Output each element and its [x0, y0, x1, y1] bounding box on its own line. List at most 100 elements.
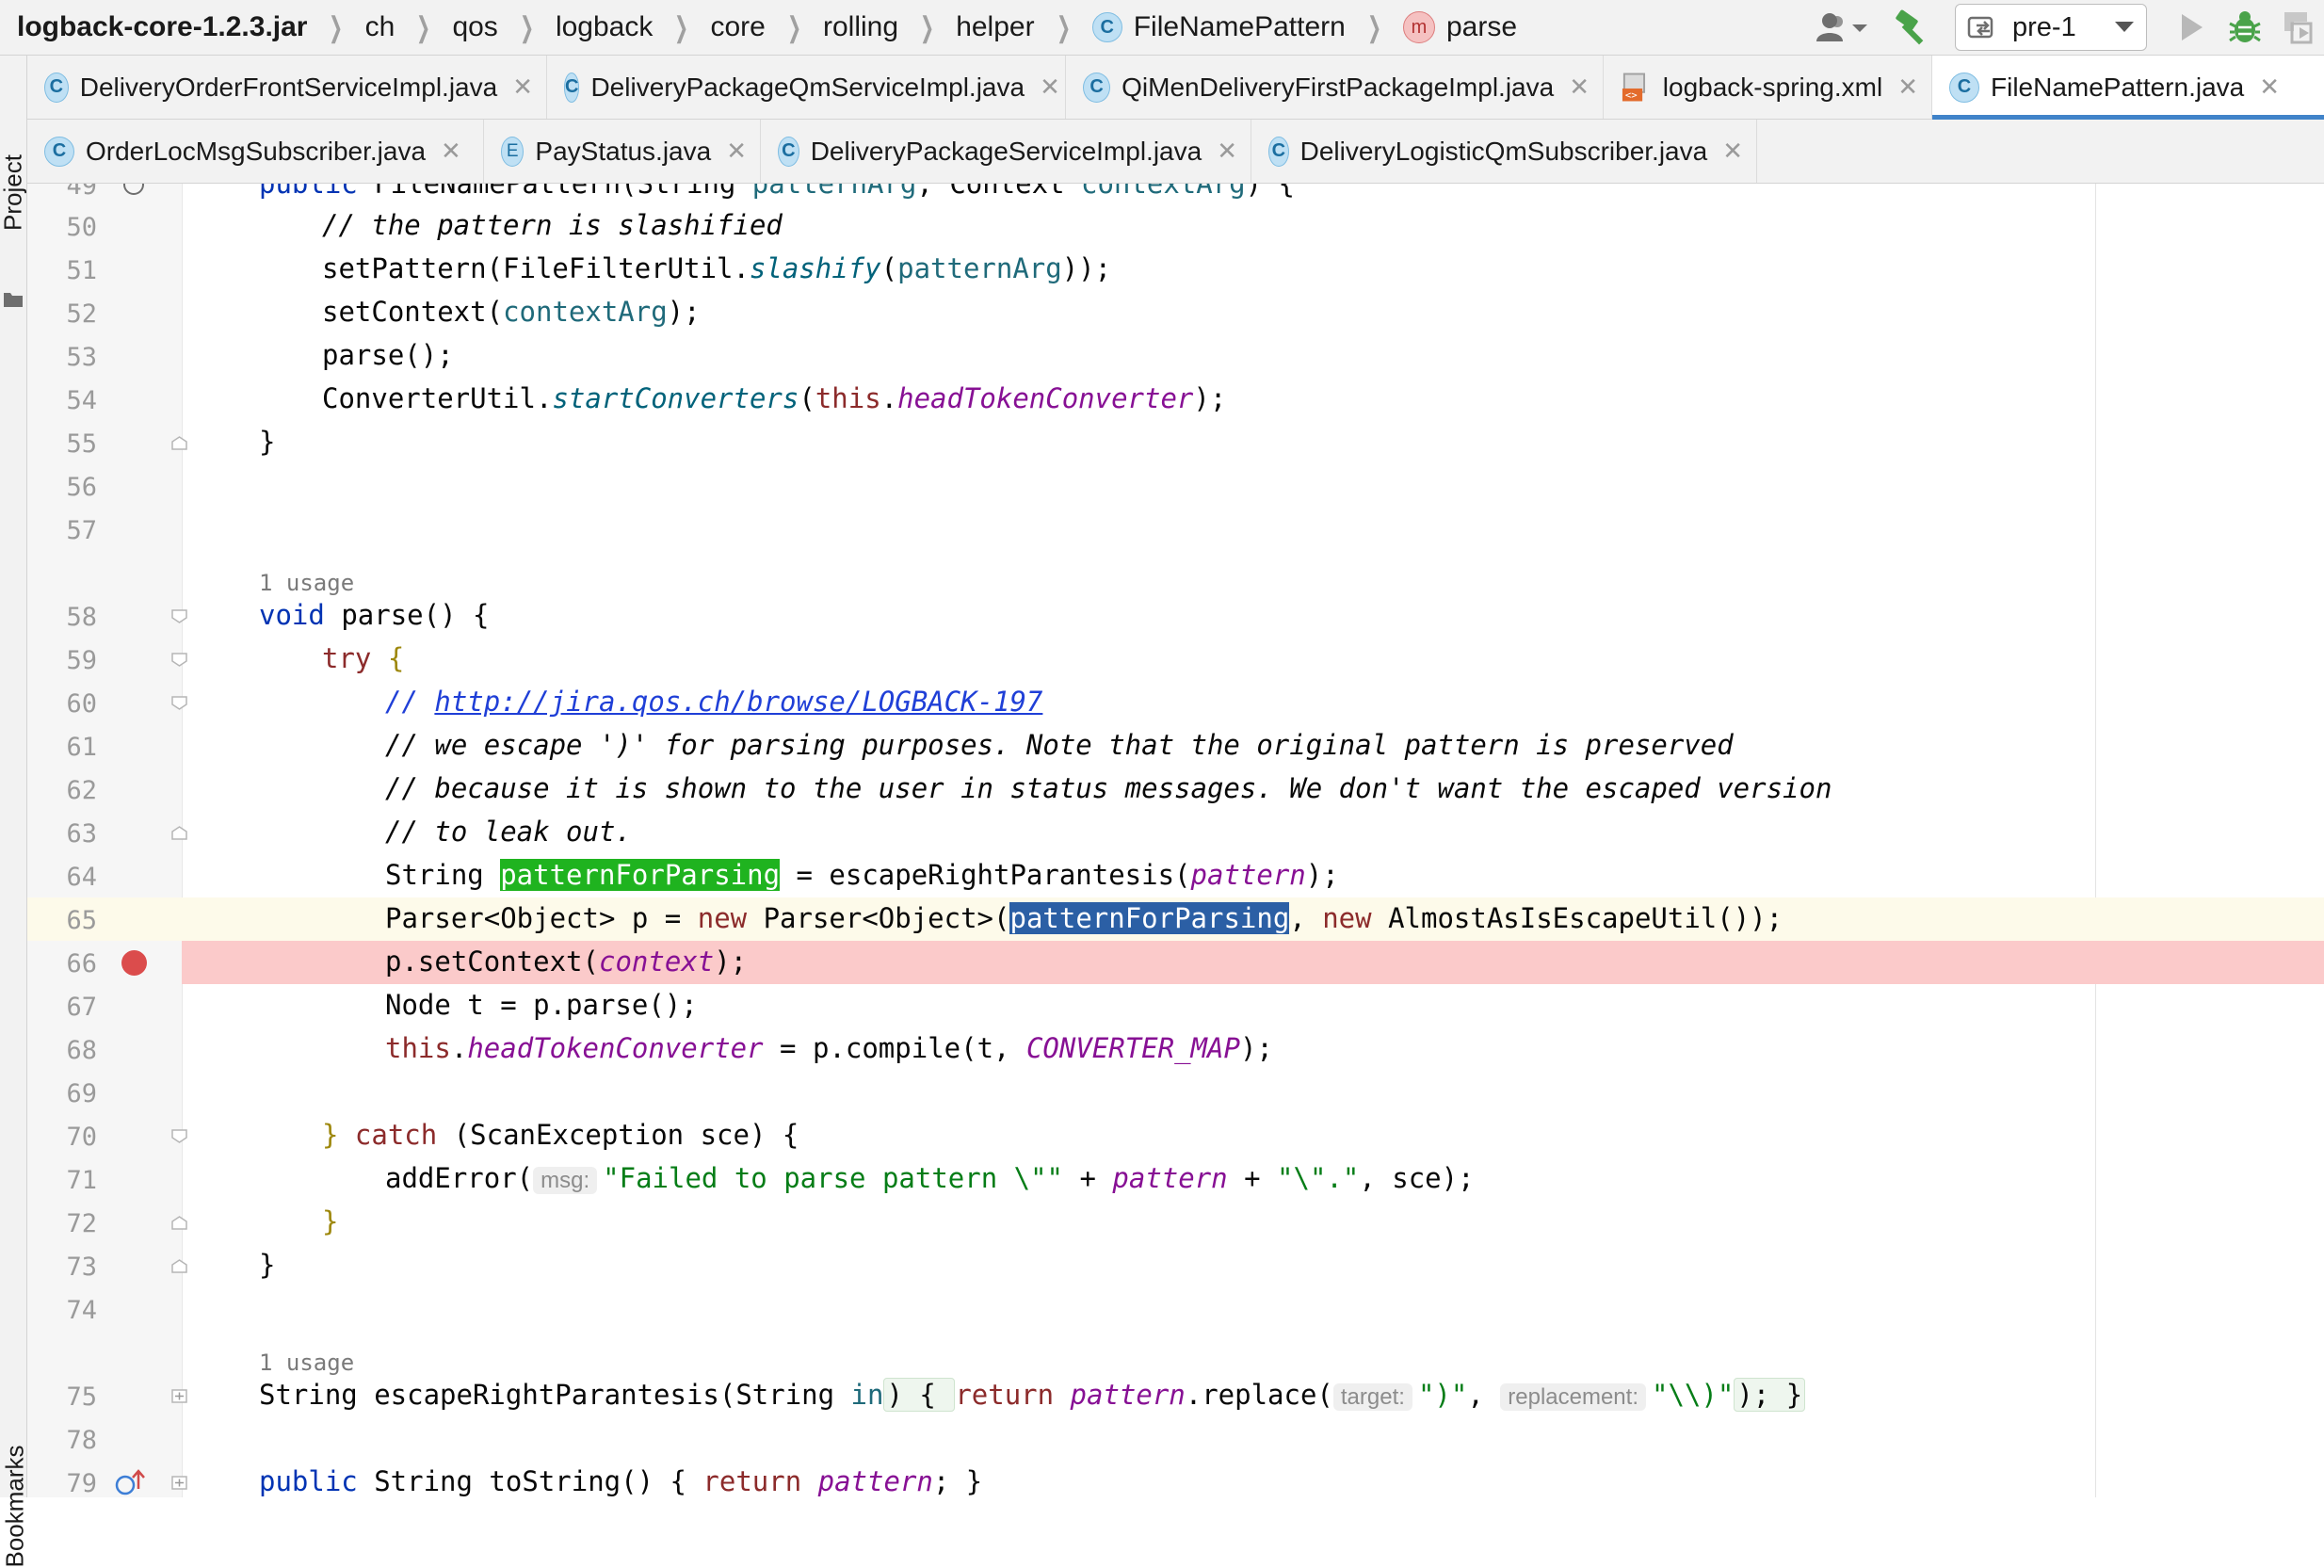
- code-line-54[interactable]: 54 ConverterUtil.startConverters(this.he…: [27, 378, 2324, 421]
- fold-end-icon[interactable]: [171, 826, 187, 840]
- breadcrumb-item-ch[interactable]: ch: [365, 11, 395, 43]
- code-line-49[interactable]: 49 public FileNamePattern(String pattern…: [27, 184, 2324, 206]
- code-line-51[interactable]: 51 setPattern(FileFilterUtil.slashify(pa…: [27, 248, 2324, 291]
- line-number: 75: [66, 1382, 97, 1412]
- code-line-57[interactable]: 57: [27, 508, 2324, 551]
- tab-file-name-pattern[interactable]: C FileNamePattern.java ✕: [1932, 56, 2324, 120]
- breadcrumb-item-helper[interactable]: helper: [956, 11, 1034, 43]
- code-line-52[interactable]: 52 setContext(contextArg);: [27, 291, 2324, 334]
- usage-hint[interactable]: 1 usage: [259, 1350, 354, 1376]
- coverage-icon[interactable]: [2271, 0, 2324, 55]
- code-line-50[interactable]: 50 // the pattern is slashified: [27, 204, 2324, 248]
- fold-expand-icon[interactable]: [171, 1389, 187, 1403]
- breadcrumb-method-label: parse: [1445, 11, 1518, 42]
- breadcrumb-item-method[interactable]: m parse: [1402, 11, 1518, 43]
- code-line-59[interactable]: 59 try {: [27, 638, 2324, 681]
- breadcrumb-item-core[interactable]: core: [711, 11, 766, 43]
- xml-file-icon: <>: [1622, 73, 1646, 101]
- code-line-58[interactable]: 58 void parse() {: [27, 594, 2324, 638]
- close-icon[interactable]: ✕: [1569, 73, 1590, 102]
- code-line-55[interactable]: 55 }: [27, 421, 2324, 464]
- line-number: 78: [66, 1426, 97, 1455]
- breadcrumb-item-rolling[interactable]: rolling: [823, 11, 898, 43]
- close-icon[interactable]: ✕: [441, 137, 461, 166]
- tab-delivery-logistic-qm-subscriber[interactable]: C DeliveryLogisticQmSubscriber.java ✕: [1251, 120, 1757, 183]
- jira-link[interactable]: http://jira.qos.ch/browse/LOGBACK-197: [434, 686, 1042, 718]
- tab-label: PayStatus.java: [535, 136, 712, 166]
- overrides-up-arrow-icon[interactable]: [114, 1468, 148, 1496]
- method-icon: m: [1402, 11, 1435, 43]
- breakpoint-icon[interactable]: [121, 950, 147, 976]
- fold-end-icon[interactable]: [171, 1216, 187, 1230]
- breadcrumb-item-logback[interactable]: logback: [556, 11, 653, 43]
- user-icon[interactable]: [1810, 0, 1876, 55]
- code-editor[interactable]: 49 public FileNamePattern(String pattern…: [27, 184, 2324, 1497]
- code-line-69[interactable]: 69: [27, 1071, 2324, 1114]
- breadcrumb-separator-icon: ❯: [416, 11, 431, 43]
- code-line-79[interactable]: 79 public String toString() { return pat…: [27, 1461, 2324, 1497]
- code-line-67[interactable]: 67 Node t = p.parse();: [27, 984, 2324, 1027]
- fold-start-icon[interactable]: [171, 696, 187, 710]
- fold-end-icon[interactable]: [171, 1259, 187, 1273]
- code-line-73[interactable]: 73 }: [27, 1244, 2324, 1287]
- project-tool-window-button[interactable]: Project: [0, 112, 27, 307]
- code-line-72[interactable]: 72 }: [27, 1201, 2324, 1244]
- tab-delivery-package-service-impl[interactable]: C DeliveryPackageServiceImpl.java ✕: [761, 120, 1251, 183]
- breadcrumb-item-jar[interactable]: logback-core-1.2.3.jar: [17, 11, 307, 43]
- fold-start-icon[interactable]: [171, 609, 187, 623]
- usage-hint[interactable]: 1 usage: [259, 570, 354, 596]
- tab-logback-spring-xml[interactable]: <> logback-spring.xml ✕: [1604, 56, 1932, 119]
- code-line-60[interactable]: 60 // http://jira.qos.ch/browse/LOGBACK-…: [27, 681, 2324, 724]
- code-line-61[interactable]: 61 // we escape ')' for parsing purposes…: [27, 724, 2324, 768]
- breadcrumb-separator-icon: ❯: [1366, 11, 1381, 43]
- close-icon[interactable]: ✕: [726, 137, 747, 166]
- code-text: Node t = p.parse();: [385, 989, 698, 1021]
- navigation-bar: logback-core-1.2.3.jar ❯ ch ❯ qos ❯ logb…: [0, 0, 2324, 56]
- bookmarks-tool-window-button[interactable]: Bookmarks: [1, 1445, 30, 1567]
- code-line-63[interactable]: 63 // to leak out.: [27, 811, 2324, 854]
- project-tool-window-label: Project: [0, 154, 27, 231]
- code-line-66-breakpoint[interactable]: 66 p.setContext(context);: [27, 941, 2324, 984]
- breadcrumb-separator-icon: ❯: [519, 11, 534, 43]
- fold-start-icon[interactable]: [171, 1129, 187, 1143]
- close-icon[interactable]: ✕: [2259, 73, 2280, 102]
- tab-qimen-delivery-first-package-impl[interactable]: C QiMenDeliveryFirstPackageImpl.java ✕: [1066, 56, 1604, 119]
- line-number: 60: [66, 689, 97, 719]
- close-icon[interactable]: ✕: [1722, 137, 1743, 166]
- close-icon[interactable]: ✕: [1897, 73, 1918, 102]
- run-configuration-selector[interactable]: pre-1: [1955, 4, 2147, 51]
- code-comment: // the pattern is slashified: [322, 209, 783, 241]
- code-line-53[interactable]: 53 parse();: [27, 334, 2324, 378]
- code-line-68[interactable]: 68 this.headTokenConverter = p.compile(t…: [27, 1027, 2324, 1071]
- tab-order-loc-msg-subscriber[interactable]: C OrderLocMsgSubscriber.java ✕: [27, 120, 484, 183]
- close-icon[interactable]: ✕: [1217, 137, 1237, 166]
- code-line-74[interactable]: 74: [27, 1287, 2324, 1331]
- breadcrumb-item-qos[interactable]: qos: [452, 11, 497, 43]
- code-line-64[interactable]: 64 String patternForParsing = escapeRigh…: [27, 854, 2324, 897]
- line-number: 52: [66, 299, 97, 329]
- debug-bug-icon[interactable]: [2219, 0, 2271, 55]
- code-line-62[interactable]: 62 // because it is shown to the user in…: [27, 768, 2324, 811]
- run-icon[interactable]: [2166, 0, 2219, 55]
- line-number: 62: [66, 776, 97, 805]
- code-line-71[interactable]: 71 addError(msg: "Failed to parse pattern…: [27, 1157, 2324, 1201]
- fold-expand-icon[interactable]: [171, 1476, 187, 1490]
- fold-end-icon[interactable]: [171, 436, 187, 450]
- code-line-75[interactable]: 75 String escapeRightParantesis(String i…: [27, 1374, 2324, 1417]
- line-number: 65: [66, 906, 97, 935]
- close-icon[interactable]: ✕: [1040, 73, 1060, 102]
- code-line-56[interactable]: 56: [27, 464, 2324, 508]
- override-at-icon[interactable]: [121, 184, 146, 197]
- breadcrumb-item-class[interactable]: C FileNamePattern: [1091, 11, 1346, 43]
- text-selection[interactable]: patternForParsing: [1009, 902, 1290, 934]
- tab-delivery-package-qm-service-impl[interactable]: C DeliveryPackageQmServiceImpl.java ✕: [547, 56, 1066, 119]
- code-line-70[interactable]: 70 } catch (ScanException sce) {: [27, 1114, 2324, 1157]
- tab-pay-status[interactable]: E PayStatus.java ✕: [484, 120, 761, 183]
- fold-start-icon[interactable]: [171, 653, 187, 667]
- code-line-78[interactable]: 78: [27, 1417, 2324, 1461]
- tab-delivery-order-front-service-impl[interactable]: C DeliveryOrderFrontServiceImpl.java ✕: [27, 56, 547, 119]
- close-icon[interactable]: ✕: [512, 73, 533, 102]
- build-hammer-icon[interactable]: [1885, 0, 1942, 55]
- code-line-65[interactable]: 65 Parser<Object> p = new Parser<Object>…: [27, 897, 2324, 941]
- code-text: this.headTokenConverter = p.compile(t, C…: [385, 1032, 1273, 1064]
